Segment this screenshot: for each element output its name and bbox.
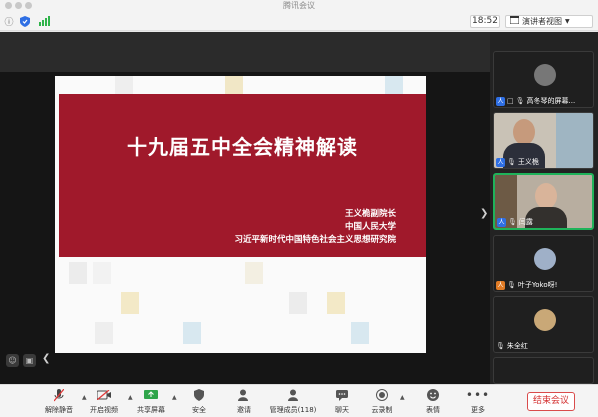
slide-title: 十九届五中全会精神解读 xyxy=(127,135,358,159)
info-icon[interactable]: ⓘ xyxy=(3,15,15,28)
participant-tag-icon: 人 xyxy=(496,96,505,106)
deco-tile xyxy=(245,262,263,284)
avatar xyxy=(513,119,535,145)
deco-tile xyxy=(93,262,111,284)
top-toolbar: ⓘ 18:52 演讲者视图 ▼ xyxy=(0,12,598,31)
participant-name: 闫露 xyxy=(518,218,533,226)
shield-icon[interactable] xyxy=(19,15,31,27)
deco-tile xyxy=(69,262,87,284)
participant-tile-active[interactable]: 人 🎙 闫露 xyxy=(493,173,594,230)
meeting-timer: 18:52 xyxy=(470,15,500,28)
start-video-label: 开启视频 xyxy=(90,406,118,414)
deco-tile xyxy=(351,322,369,344)
avatar xyxy=(534,248,556,270)
control-bar: 解除静音 ▲ 开启视频 ▲ 共享屏幕 ▲ 安全 邀请 管理成员(118) 聊天 … xyxy=(0,384,598,417)
avatar xyxy=(534,309,556,331)
participant-tile[interactable] xyxy=(493,357,594,384)
more-button[interactable]: ••• 更多 xyxy=(448,388,508,415)
shared-slide: 十九届五中全会精神解读 王义桅副院长 中国人民大学 习近平新时代中国特色社会主义… xyxy=(55,76,426,353)
mic-off-icon xyxy=(50,388,68,402)
deco-tile xyxy=(289,292,307,314)
chevron-down-icon: ▼ xyxy=(565,18,570,25)
mic-icon: 🎙 xyxy=(515,97,525,105)
shield-icon xyxy=(190,388,208,402)
signal-icon[interactable] xyxy=(38,15,50,27)
avatar xyxy=(535,183,557,209)
emoji-label: 表情 xyxy=(426,406,440,414)
participant-tag-icon: 人 xyxy=(496,157,505,167)
mic-icon: 🎙 xyxy=(507,281,516,289)
invite-icon xyxy=(235,388,253,402)
share-screen-label: 共享屏幕 xyxy=(137,406,165,414)
chevron-left-icon[interactable]: ❮ xyxy=(42,353,50,364)
window-title: 腾讯会议 xyxy=(283,1,315,10)
participant-name: 朱全红 xyxy=(506,342,528,350)
main-stage: 十九届五中全会精神解读 王义桅副院长 中国人民大学 习近平新时代中国特色社会主义… xyxy=(0,32,490,384)
view-mode-label: 演讲者视图 xyxy=(522,17,562,26)
participant-name: 王义桅 xyxy=(517,158,539,166)
slide-subtitle-2: 中国人民大学 xyxy=(344,222,396,232)
invite-label: 邀请 xyxy=(237,406,251,414)
chat-icon xyxy=(333,388,351,402)
participant-tile[interactable]: 人 🎙 王义桅 xyxy=(493,112,594,169)
avatar xyxy=(534,64,556,86)
unmute-label: 解除静音 xyxy=(45,406,73,414)
mic-icon: 🎙 xyxy=(496,342,505,350)
participant-name: 高冬琴的屏幕... xyxy=(526,97,576,105)
slide-subtitle-3: 习近平新时代中国特色社会主义思想研究院 xyxy=(234,235,396,245)
video-off-icon xyxy=(95,388,113,402)
participant-tag-icon: 人 xyxy=(497,217,506,227)
grid-view-icon xyxy=(509,15,520,27)
deco-tile xyxy=(183,322,201,344)
view-mode-dropdown[interactable]: 演讲者视图 ▼ xyxy=(505,15,593,28)
participant-tile[interactable]: 人 🎙 叶子Yoko呀! xyxy=(493,235,594,292)
participant-panel: 人 □ 🎙 高冬琴的屏幕... 人 🎙 王义桅 人 🎙 闫露 人 🎙 叶子Yok… xyxy=(490,32,598,384)
share-screen-icon xyxy=(142,388,160,402)
chevron-right-icon[interactable]: ❯ xyxy=(480,208,488,219)
screen-share-icon: □ xyxy=(507,97,514,105)
emoji-icon[interactable]: ☺ xyxy=(6,354,19,367)
members-icon xyxy=(284,388,302,402)
emoji-icon xyxy=(424,388,442,402)
cloud-record-label: 云录制 xyxy=(371,406,393,414)
deco-tile xyxy=(95,322,113,344)
mic-icon: 🎙 xyxy=(507,158,516,166)
title-bar: 腾讯会议 xyxy=(0,0,598,12)
participant-tile[interactable]: 🎙 朱全红 xyxy=(493,296,594,353)
participant-tag-icon: 人 xyxy=(496,280,505,290)
participant-name: 叶子Yoko呀! xyxy=(517,281,558,289)
chat-bubble-icon[interactable]: ▣ xyxy=(23,354,36,367)
security-label: 安全 xyxy=(192,406,206,414)
manage-members-label: 管理成员(118) xyxy=(269,406,317,414)
deco-tile xyxy=(121,292,139,314)
end-meeting-button[interactable]: 结束会议 xyxy=(527,392,575,411)
deco-tile xyxy=(327,292,345,314)
more-icon: ••• xyxy=(465,388,491,402)
chat-label: 聊天 xyxy=(335,406,349,414)
more-label: 更多 xyxy=(471,406,485,414)
title-banner: 十九届五中全会精神解读 王义桅副院长 中国人民大学 习近平新时代中国特色社会主义… xyxy=(59,94,426,257)
stage-header-area xyxy=(0,32,490,72)
mic-icon: 🎙 xyxy=(508,218,517,226)
stage-overlay-icons: ☺ ▣ xyxy=(6,354,36,367)
participant-tile[interactable]: 人 □ 🎙 高冬琴的屏幕... xyxy=(493,51,594,108)
slide-subtitle-1: 王义桅副院长 xyxy=(344,209,396,219)
cloud-record-icon xyxy=(373,388,391,402)
